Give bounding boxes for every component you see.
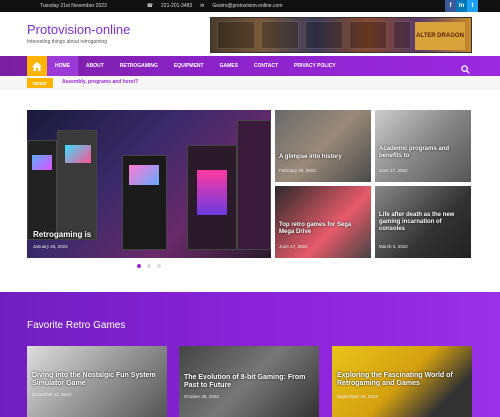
slider-dot[interactable] bbox=[137, 264, 141, 268]
featured-side-post[interactable]: Academic programs and benefits to June 1… bbox=[375, 110, 471, 182]
featured-side-title[interactable]: Life after death as the new gaming incar… bbox=[379, 212, 467, 233]
featured-main-date: January 26, 2022 bbox=[33, 244, 68, 249]
phone-number[interactable]: 221-201-3483 bbox=[161, 3, 192, 9]
featured-side-date: March 3, 2022 bbox=[379, 244, 408, 249]
favorites-title: Favorite Retro Games bbox=[27, 320, 126, 331]
featured-side-title[interactable]: Top retro games for Sega Mega Drive bbox=[279, 222, 359, 236]
nav-item-retrogaming[interactable]: RETROGAMING bbox=[112, 56, 166, 76]
featured-side-title[interactable]: Academic programs and benefits to bbox=[379, 146, 459, 160]
featured-main-post[interactable]: Retrogaming is January 26, 2022 bbox=[27, 110, 271, 258]
nav-item-contact[interactable]: CONTACT bbox=[246, 56, 286, 76]
ad-tile bbox=[261, 21, 299, 49]
nav-item-games[interactable]: GAMES bbox=[212, 56, 246, 76]
current-date: Tuesday 21st November 2023 bbox=[40, 3, 107, 9]
ad-tile bbox=[305, 21, 343, 49]
arcade-screen-image bbox=[129, 165, 159, 185]
favorite-card-title[interactable]: Exploring the Fascinating World of Retro… bbox=[337, 372, 467, 388]
arcade-screen-image bbox=[65, 145, 91, 163]
featured-side-post[interactable]: A glimpse into history February 20, 2022 bbox=[275, 110, 371, 182]
site-title[interactable]: Protovision-online bbox=[27, 22, 130, 37]
slider-dots bbox=[137, 264, 161, 268]
nav-item-privacy-policy[interactable]: PRIVACY POLICY bbox=[286, 56, 344, 76]
featured-side-post[interactable]: Top retro games for Sega Mega Drive June… bbox=[275, 186, 371, 258]
slider-dot[interactable] bbox=[157, 264, 161, 268]
slider-dot[interactable] bbox=[147, 264, 151, 268]
top-bar: Tuesday 21st November 2023 ☎ 221-201-348… bbox=[0, 0, 500, 12]
site-tagline: Interesting things about retrogaming bbox=[27, 39, 108, 45]
arcade-screen-image bbox=[197, 170, 227, 215]
favorite-card-date: September 28, 2023 bbox=[337, 394, 378, 399]
nav-item-about[interactable]: ABOUT bbox=[78, 56, 112, 76]
home-icon[interactable] bbox=[27, 56, 47, 76]
arcade-cabinet-image bbox=[237, 120, 271, 250]
favorite-card[interactable]: Exploring the Fascinating World of Retro… bbox=[332, 346, 472, 417]
featured-main-title[interactable]: Retrogaming is bbox=[33, 230, 91, 239]
email-address[interactable]: Gestro@protovision-online.com bbox=[212, 3, 282, 9]
linkedin-icon[interactable]: in bbox=[456, 0, 467, 12]
header-ad-banner[interactable]: ALTER DRAGON bbox=[210, 17, 472, 53]
email-icon: ✉ bbox=[200, 3, 205, 9]
favorite-card-title[interactable]: The Evolution of 8-bit Gaming: From Past… bbox=[184, 374, 314, 390]
ad-tile bbox=[349, 21, 387, 49]
news-ticker: NEWS Assembly, programs and heroi? bbox=[0, 76, 500, 90]
favorite-card-date: October 30, 2023 bbox=[184, 394, 219, 399]
featured-side-date: June 17, 2022 bbox=[279, 244, 308, 249]
featured-side-post[interactable]: Life after death as the new gaming incar… bbox=[375, 186, 471, 258]
social-links: f in t bbox=[445, 0, 478, 12]
twitter-icon[interactable]: t bbox=[467, 0, 478, 12]
ad-tile bbox=[217, 21, 255, 49]
ticker-label: NEWS bbox=[27, 78, 53, 88]
favorite-card[interactable]: The Evolution of 8-bit Gaming: From Past… bbox=[179, 346, 319, 417]
featured-side-title[interactable]: A glimpse into history bbox=[279, 154, 367, 161]
site-header: Protovision-online Interesting things ab… bbox=[0, 12, 500, 56]
nav-item-equipment[interactable]: EQUIPMENT bbox=[166, 56, 212, 76]
contact-info: ☎ 221-201-3483 ✉ Gestro@protovision-onli… bbox=[147, 3, 283, 9]
ticker-headline[interactable]: Assembly, programs and heroi? bbox=[62, 79, 138, 85]
favorite-card-title[interactable]: Diving into the Nostalgic Fun System Sim… bbox=[32, 372, 160, 388]
favorite-card-date: December 11, 2023 bbox=[32, 392, 72, 397]
featured-side-date: June 17, 2022 bbox=[379, 168, 408, 173]
phone-icon: ☎ bbox=[146, 3, 154, 9]
facebook-icon[interactable]: f bbox=[445, 0, 456, 12]
nav-item-home[interactable]: HOME bbox=[47, 56, 78, 76]
arcade-screen-image bbox=[32, 155, 52, 170]
favorite-card[interactable]: Diving into the Nostalgic Fun System Sim… bbox=[27, 346, 167, 417]
main-nav: HOME ABOUT RETROGAMING EQUIPMENT GAMES C… bbox=[0, 56, 500, 76]
ad-tile bbox=[393, 21, 411, 49]
featured-side-date: February 20, 2022 bbox=[279, 168, 316, 173]
ad-logo: ALTER DRAGON bbox=[415, 22, 465, 50]
